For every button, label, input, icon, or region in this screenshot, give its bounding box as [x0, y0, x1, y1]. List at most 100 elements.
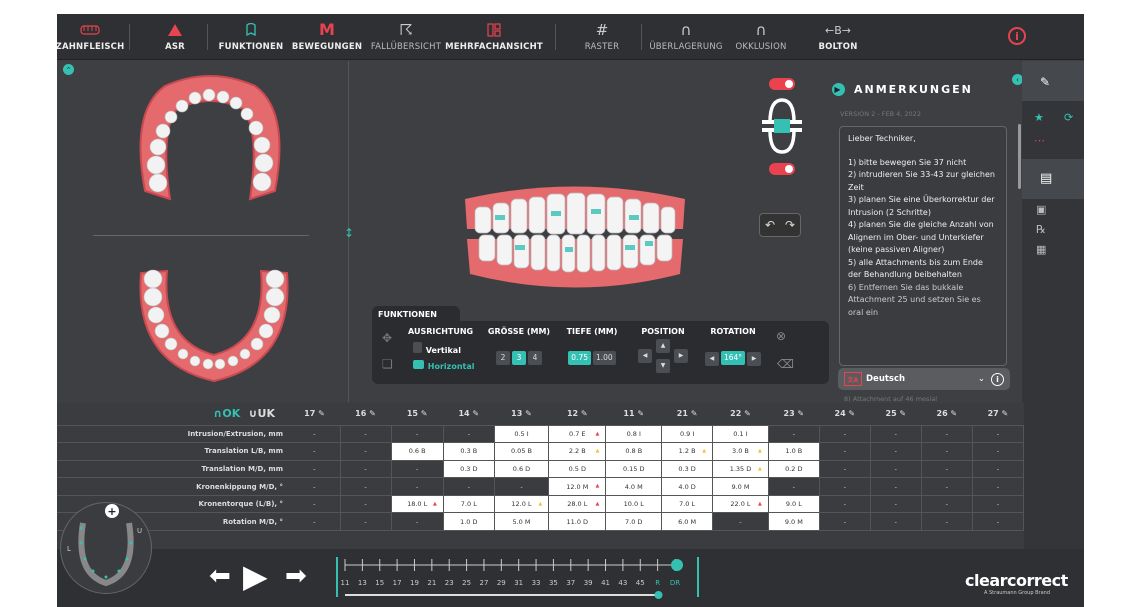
- pencil-icon[interactable]: ✎: [522, 409, 532, 418]
- top-toolbar: ZAHNFLEISCH ASR FUNKTIONEN M BEWEGUNGEN …: [57, 14, 1084, 60]
- pencil-icon[interactable]: ✎: [470, 409, 479, 418]
- pencil-icon[interactable]: ✎: [366, 409, 376, 418]
- toolbar-ueberlagerung[interactable]: ∩ ÜBERLAGERUNG: [649, 18, 723, 58]
- tooth-column-header[interactable]: 27 ✎: [972, 403, 1024, 426]
- pencil-icon[interactable]: ✎: [635, 409, 644, 418]
- table-cell: -: [870, 460, 922, 479]
- tooth-column-header[interactable]: 24 ✎: [819, 403, 871, 426]
- toolbar-falluebersicht[interactable]: ☈ FALLÜBERSICHT: [370, 18, 442, 58]
- notes-textarea[interactable]: Lieber Techniker, 1) bitte bewegen Sie 3…: [839, 126, 1007, 366]
- expand-icon[interactable]: ▶: [832, 83, 845, 96]
- previous-arrow-icon[interactable]: ⬅: [209, 561, 231, 591]
- size-option[interactable]: 4: [528, 351, 542, 365]
- toolbar-okklusion[interactable]: ∩ OKKLUSION: [729, 18, 793, 58]
- prescription-icon[interactable]: ℞: [1036, 223, 1046, 236]
- info-icon[interactable]: i: [991, 372, 1004, 386]
- timeline-label: 23: [445, 579, 454, 587]
- redo-icon[interactable]: ↷: [785, 218, 795, 232]
- tooth-column-header[interactable]: 14 ✎: [443, 403, 495, 426]
- collapse-icon[interactable]: ⌃: [63, 64, 74, 75]
- uk-toggle[interactable]: ∪UK: [249, 407, 275, 420]
- letter-m-icon: M: [319, 20, 335, 39]
- tooth-column-header[interactable]: 11 ✎: [605, 403, 662, 426]
- toolbar-label: ÜBERLAGERUNG: [649, 42, 723, 52]
- comment-icon[interactable]: ⋯: [1034, 134, 1045, 147]
- option-horizontal[interactable]: Horizontal: [408, 360, 478, 371]
- rotation-value[interactable]: 164°: [720, 351, 746, 365]
- depth-option[interactable]: 1.00: [593, 351, 616, 365]
- features-tab[interactable]: FUNKTIONEN: [372, 306, 460, 322]
- toolbar-bewegungen[interactable]: M BEWEGUNGEN: [290, 18, 364, 58]
- stage-timeline[interactable]: 11 13 15 17 19 21 23 25 27 29 31 33 35 37 39 41 43 45 R DR: [335, 555, 697, 603]
- document-tab[interactable]: ▤: [1022, 159, 1084, 199]
- pencil-icon[interactable]: ✎: [418, 409, 428, 418]
- refresh-icon[interactable]: ⟳: [1064, 111, 1073, 124]
- tooth-column-header[interactable]: 23 ✎: [768, 403, 820, 426]
- edit-tab[interactable]: ✎: [1022, 61, 1084, 101]
- timeline-label: R: [655, 579, 660, 587]
- trash-icon[interactable]: ⌫: [777, 357, 794, 371]
- info-icon[interactable]: i: [1008, 27, 1026, 45]
- timeline-label: 43: [618, 579, 627, 587]
- rotate-right-icon[interactable]: ▶: [747, 352, 762, 366]
- timeline-label: 35: [549, 579, 558, 587]
- tooth-column-header[interactable]: 15 ✎: [391, 403, 444, 426]
- pencil-icon[interactable]: ✎: [315, 409, 325, 418]
- tooth-column-header[interactable]: 21 ✎: [661, 403, 713, 426]
- groesse-header: GRÖSSE (MM): [487, 327, 551, 336]
- tooth-column-header[interactable]: 22 ✎: [712, 403, 769, 426]
- tooth-column-header[interactable]: 12 ✎: [548, 403, 606, 426]
- tooth-column-header[interactable]: 17 ✎: [289, 403, 340, 426]
- toolbar-asr[interactable]: ASR: [155, 18, 195, 58]
- split-handle-icon[interactable]: ↕: [344, 226, 354, 242]
- pencil-icon[interactable]: ✎: [897, 409, 906, 418]
- timeline-label: 33: [532, 579, 541, 587]
- pencil-icon[interactable]: ✎: [688, 409, 698, 418]
- ok-toggle[interactable]: ∩OK: [213, 407, 240, 420]
- toolbar-mehrfachansicht[interactable]: MEHRFACHANSICHT: [445, 18, 543, 58]
- stages-icon[interactable]: ★: [1034, 111, 1044, 124]
- option-vertikal[interactable]: Vertikal: [408, 342, 478, 355]
- position-right-icon[interactable]: ▶: [674, 349, 688, 363]
- pencil-icon[interactable]: ✎: [999, 409, 1009, 418]
- table-cell: 2.2 B: [548, 442, 607, 461]
- camera-icon[interactable]: ▣: [1036, 203, 1046, 216]
- model-viewer[interactable]: ⌃ ↕ ↶ ↷ FUNKTIONEN ✥ ❏ AUSRICHTUNG Verti…: [57, 61, 829, 402]
- pencil-icon[interactable]: ✎: [741, 409, 751, 418]
- toolbar-zahnfleisch[interactable]: ZAHNFLEISCH: [57, 18, 124, 58]
- zoom-in-icon[interactable]: +: [105, 504, 119, 518]
- pencil-icon[interactable]: ✎: [578, 409, 588, 418]
- upper-jaw-toggle[interactable]: [769, 78, 795, 90]
- position-up-icon[interactable]: ▲: [656, 339, 670, 353]
- table-cell: 1.0 D: [443, 512, 495, 532]
- notes-scrollbar[interactable]: [1018, 124, 1021, 189]
- toolbar-bolton[interactable]: ←B→ BOLTON: [813, 18, 863, 58]
- close-icon[interactable]: ⊗: [776, 329, 786, 343]
- tooth-column-header[interactable]: 13 ✎: [494, 403, 549, 426]
- position-left-icon[interactable]: ◀: [638, 349, 652, 363]
- table-cell: -: [921, 477, 973, 496]
- timeline-knob[interactable]: [654, 591, 663, 599]
- move-icon[interactable]: ✥: [382, 331, 392, 345]
- tooth-column-header[interactable]: 16 ✎: [340, 403, 391, 426]
- position-down-icon[interactable]: ▼: [656, 359, 670, 373]
- next-arrow-icon[interactable]: ➡: [285, 561, 307, 591]
- pencil-icon[interactable]: ✎: [846, 409, 855, 418]
- lower-jaw-toggle[interactable]: [769, 163, 795, 175]
- language-select[interactable]: 文A Deutsch ⌄ i: [838, 368, 1010, 390]
- image-icon[interactable]: ▦: [1036, 243, 1046, 256]
- current-stage-marker[interactable]: [671, 559, 683, 571]
- play-icon[interactable]: ▶: [243, 557, 268, 595]
- toolbar-raster[interactable]: # RASTER: [577, 18, 627, 58]
- toolbar-funktionen[interactable]: FUNKTIONEN: [215, 18, 287, 58]
- depth-option[interactable]: 0.75: [568, 351, 591, 365]
- copy-icon[interactable]: ❏: [382, 357, 393, 371]
- tooth-column-header[interactable]: 25 ✎: [870, 403, 922, 426]
- pencil-icon[interactable]: ✎: [795, 409, 804, 418]
- rotate-left-icon[interactable]: ◀: [704, 352, 719, 366]
- pencil-icon[interactable]: ✎: [948, 409, 957, 418]
- undo-icon[interactable]: ↶: [765, 218, 775, 232]
- tooth-column-header[interactable]: 26 ✎: [921, 403, 973, 426]
- size-option[interactable]: 2: [496, 351, 510, 365]
- size-option[interactable]: 3: [512, 351, 526, 365]
